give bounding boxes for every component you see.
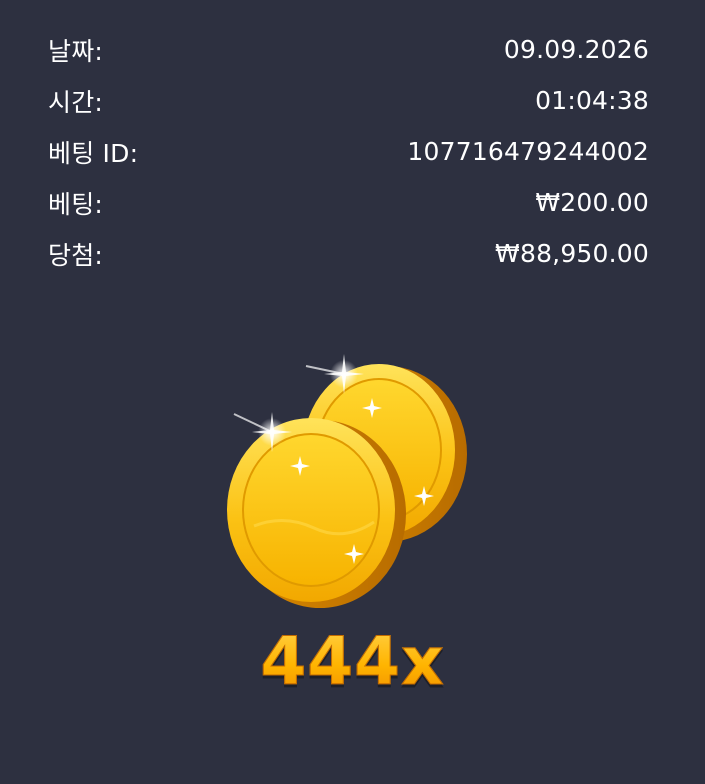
win-value: ₩88,950.00 xyxy=(495,239,649,268)
date-value: 09.09.2026 xyxy=(503,35,649,64)
detail-row-bet-id: 베팅 ID: 107716479244002 xyxy=(48,126,649,177)
bet-id-value: 107716479244002 xyxy=(407,137,649,166)
detail-row-bet: 베팅: ₩200.00 xyxy=(48,177,649,228)
detail-row-date: 날짜: 09.09.2026 xyxy=(48,24,649,75)
gold-coins-icon xyxy=(214,336,484,616)
detail-row-win: 당첨: ₩88,950.00 xyxy=(48,228,649,279)
bet-value: ₩200.00 xyxy=(535,188,649,217)
date-label: 날짜: xyxy=(48,36,104,66)
time-value: 01:04:38 xyxy=(535,86,649,115)
win-multiplier: 444x xyxy=(0,620,705,704)
win-multiplier-text: 444x xyxy=(260,623,445,701)
bet-id-label: 베팅 ID: xyxy=(48,138,139,168)
detail-row-time: 시간: 01:04:38 xyxy=(48,75,649,126)
bet-details: 날짜: 09.09.2026 시간: 01:04:38 베팅 ID: 10771… xyxy=(48,24,649,279)
bet-label: 베팅: xyxy=(48,189,104,219)
front-coin xyxy=(227,418,406,608)
time-label: 시간: xyxy=(48,87,104,117)
win-label: 당첨: xyxy=(48,240,104,270)
